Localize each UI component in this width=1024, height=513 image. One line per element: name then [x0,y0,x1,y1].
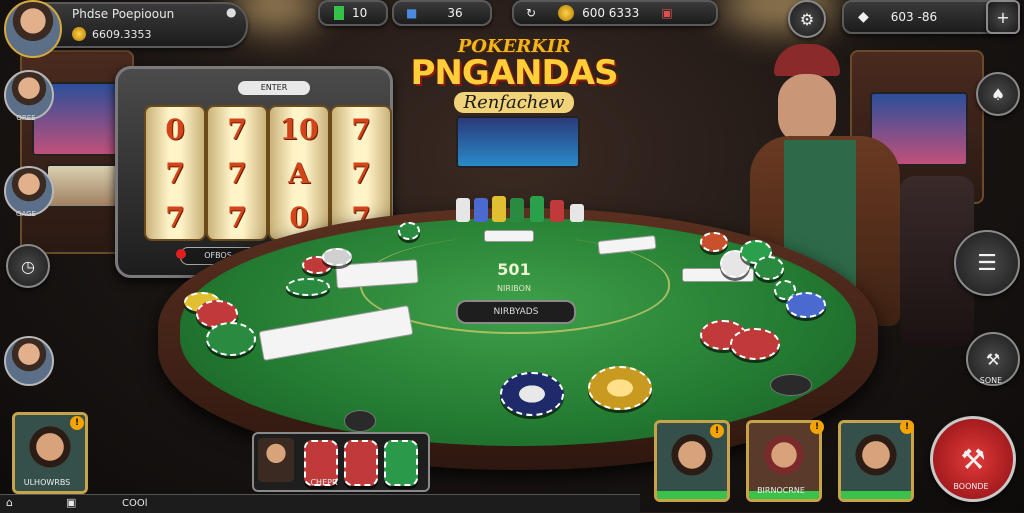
chip [786,292,826,318]
slot-top-label: ENTER [238,81,310,95]
card [484,230,534,242]
tray-label: CHEPR [310,478,338,487]
bottom-bar [0,494,640,513]
hand-tray[interactable]: CHEPR [252,432,430,492]
chip [700,232,728,252]
chip-stack [474,198,488,222]
opponent-badge-1: ! [710,424,724,438]
stat-pill-a: 10 [318,0,388,26]
tray-avatar [258,438,294,482]
coin-icon [72,27,86,41]
logo-line-2: PNGANDAS [410,53,618,93]
clock-icon: ◷ [21,256,35,276]
opponent-label-2: BIRNOCRNE [757,486,805,495]
chip-stack [570,204,584,222]
stat-b-value: 36 [447,6,463,20]
left-player-label-2: GAGE [16,210,36,218]
chip-stack [456,198,470,222]
menu-icon: ☰ [977,250,997,276]
coins-pill[interactable]: ↻ 600 6333 ▣ [512,0,718,26]
chat-icon[interactable]: ◆ [858,9,869,25]
chip-stack [550,200,564,222]
chip-stack [530,196,544,222]
tools-label: SONE [979,376,1003,385]
self-badge: ! [70,416,84,430]
refresh-icon[interactable]: ↻ [526,6,536,20]
coin-icon-top [558,5,575,21]
action-label: BOONDE [953,482,989,491]
game-logo: POKERKIR PNGANDAS Renfachew [404,36,624,128]
chip [730,328,780,360]
balance-value: 6609.3353 [92,28,152,41]
chip [286,278,330,296]
slot-spin-indicator[interactable] [176,249,186,259]
chip-icon: ■ [406,6,418,20]
chip [206,322,256,356]
username: Phdse Poepiooun [72,7,175,21]
gear-icon: ⚙ [799,9,815,29]
menu-button[interactable]: ☰ [954,230,1020,296]
hammer-action-icon: ⚒ [960,442,986,476]
trophy-icon: ♠ [990,84,1006,104]
tray-chip-green [384,440,418,486]
table-joystick[interactable] [344,410,376,432]
battery-icon [334,6,344,20]
hammer-icon: ⚒ [985,349,1001,369]
left-player-avatar-3[interactable] [4,336,54,386]
bottom-hint: COOl [122,498,148,509]
slot-reel-2: 777 [206,105,268,241]
chip [322,248,352,266]
self-player-label: ULHOWRBS [23,478,71,487]
info-icon[interactable]: ● [226,5,236,19]
chat-icon-bottom[interactable]: ▣ [66,496,76,509]
chip-stack [492,196,506,222]
stat-a-value: 10 [352,6,368,20]
self-avatar[interactable] [4,0,62,58]
readout-value: 603 -86 [890,10,938,24]
pot-amount: 501 [497,260,531,279]
slot-reel-3: 10 A 0 [268,105,330,241]
table-cup-holder [770,374,812,396]
logo-line-3: Renfachew [453,92,575,113]
plus-icon: + [996,7,1010,27]
store-icon[interactable]: ▣ [661,6,672,20]
add-button[interactable]: + [986,0,1020,34]
pot-label: NIRIBON [497,284,531,293]
slot-reel-1: 077 [144,105,206,241]
stat-pill-b: ■ 36 [392,0,492,26]
opponent-badge-2: ! [810,420,824,434]
left-player-avatar-1[interactable] [4,70,54,120]
center-action-button[interactable]: NIRBYADS [456,300,576,324]
opponent-badge-3: ! [900,420,914,434]
chip [398,222,420,240]
left-player-label-1: OREE [16,114,36,122]
timer-button[interactable]: ◷ [6,244,50,288]
coins-value: 600 6333 [582,6,640,20]
left-player-avatar-2[interactable] [4,166,54,216]
chip [588,366,652,410]
settings-button[interactable]: ⚙ [788,0,826,38]
chip-stack [510,198,524,222]
leaderboard-button[interactable]: ♠ [976,72,1020,116]
chip [754,256,784,280]
home-icon[interactable]: ⌂ [6,496,13,509]
chip [500,372,564,416]
